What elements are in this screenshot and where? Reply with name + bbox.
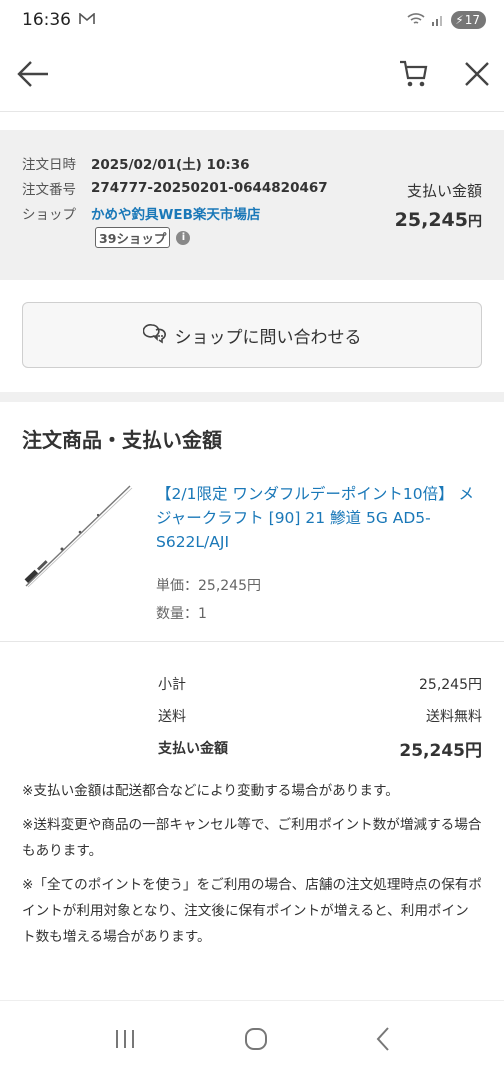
bolt-icon: ⚡ <box>455 13 464 27</box>
payment-amount-value: 25,245円 <box>394 209 482 231</box>
recent-apps-button[interactable] <box>113 1028 137 1054</box>
signal-icon <box>431 11 445 30</box>
shop-label: ショップ <box>22 206 76 223</box>
order-date-label: 注文日時 <box>22 156 76 173</box>
product-unit-price: 単価：25,245円 <box>156 578 261 594</box>
info-icon[interactable]: i <box>176 230 191 245</box>
back-nav-button[interactable] <box>375 1026 391 1056</box>
shipping-row: 送料 送料無料 <box>158 700 482 732</box>
arrow-left-icon <box>16 60 50 92</box>
order-info-panel: 注文日時 2025/02/01(土) 10:36 注文番号 274777-202… <box>0 130 504 280</box>
product-thumbnail[interactable] <box>22 482 134 594</box>
section-title: 注文商品・支払い金額 <box>22 428 222 452</box>
close-icon <box>464 61 490 91</box>
product-item: 【2/1限定 ワンダフルデーポイント10倍】 メジャークラフト [90] 21 … <box>0 468 504 642</box>
shop-name-link[interactable]: かめや釣具WEB楽天市場店 <box>91 203 260 223</box>
contact-shop-label: ショップに問い合わせる <box>174 327 362 348</box>
payment-amount-label: 支払い金額 <box>406 182 482 200</box>
product-name-link[interactable]: 【2/1限定 ワンダフルデーポイント10倍】 メジャークラフト [90] 21 … <box>156 482 482 554</box>
close-button[interactable] <box>464 61 490 91</box>
home-button[interactable] <box>243 1026 269 1056</box>
price-summary: 小計 25,245円 送料 送料無料 支払い金額 25,245円 <box>0 642 504 764</box>
order-number-value: 274777-20250201-0644820467 <box>91 179 328 196</box>
notes: ※支払い金額は配送都合などにより変動する場合があります。 ※送料変更や商品の一部… <box>0 764 504 950</box>
note-item: ※送料変更や商品の一部キャンセル等で、ご利用ポイント数が増減する場合もあります。 <box>22 817 482 859</box>
note-item: ※「全てのポイントを使う」をご利用の場合、店舗の注文処理時点の保有ポイントが利用… <box>22 877 482 945</box>
order-date-value: 2025/02/01(土) 10:36 <box>91 156 250 173</box>
subtotal-value: 25,245円 <box>419 677 482 693</box>
product-quantity: 数量：1 <box>156 606 207 622</box>
cart-button[interactable] <box>398 59 430 93</box>
subtotal-row: 小計 25,245円 <box>158 668 482 700</box>
status-time: 16:36 <box>22 10 71 30</box>
back-button[interactable] <box>16 60 50 92</box>
total-label: 支払い金額 <box>158 741 228 757</box>
total-value: 25,245円 <box>399 740 482 761</box>
contact-shop-button[interactable]: ショップに問い合わせる <box>22 302 482 368</box>
system-nav-bar <box>0 1000 504 1080</box>
order-number-label: 注文番号 <box>22 181 76 198</box>
chat-bubble-icon <box>142 322 167 349</box>
total-row: 支払い金額 25,245円 <box>158 732 482 764</box>
app-header <box>0 40 504 112</box>
shipping-label: 送料 <box>158 709 186 725</box>
wifi-icon <box>407 11 425 30</box>
gmail-icon <box>79 10 95 30</box>
shipping-value: 送料無料 <box>426 709 482 725</box>
shop-39-badge: 39ショップ <box>95 227 171 248</box>
note-item: ※支払い金額は配送都合などにより変動する場合があります。 <box>22 783 399 799</box>
status-bar: 16:36 ⚡ 17 <box>0 0 504 40</box>
battery-indicator: ⚡ 17 <box>451 11 486 29</box>
cart-icon <box>398 59 430 93</box>
battery-level: 17 <box>464 13 480 27</box>
subtotal-label: 小計 <box>158 677 186 693</box>
